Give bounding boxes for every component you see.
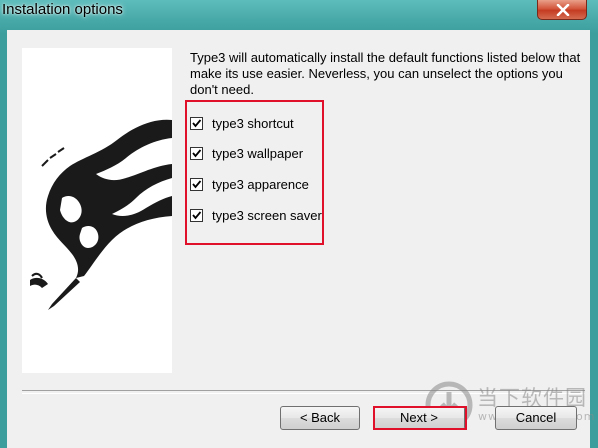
side-illustration bbox=[22, 48, 172, 373]
installer-window: Instalation options Type3 will automatic… bbox=[0, 0, 598, 448]
hand-writing-illustration bbox=[30, 119, 172, 310]
cancel-button[interactable]: Cancel bbox=[495, 406, 577, 430]
dialog-body: Type3 will automatically install the def… bbox=[7, 30, 594, 448]
description-text: Type3 will automatically install the def… bbox=[190, 50, 581, 97]
title-bar[interactable]: Instalation options bbox=[0, 0, 598, 30]
close-icon bbox=[556, 4, 570, 16]
next-highlight-box bbox=[373, 406, 467, 430]
window-title: Instalation options bbox=[2, 1, 123, 18]
close-button[interactable] bbox=[537, 0, 587, 20]
back-button[interactable]: < Back bbox=[280, 406, 360, 430]
options-highlight-box bbox=[185, 100, 324, 245]
